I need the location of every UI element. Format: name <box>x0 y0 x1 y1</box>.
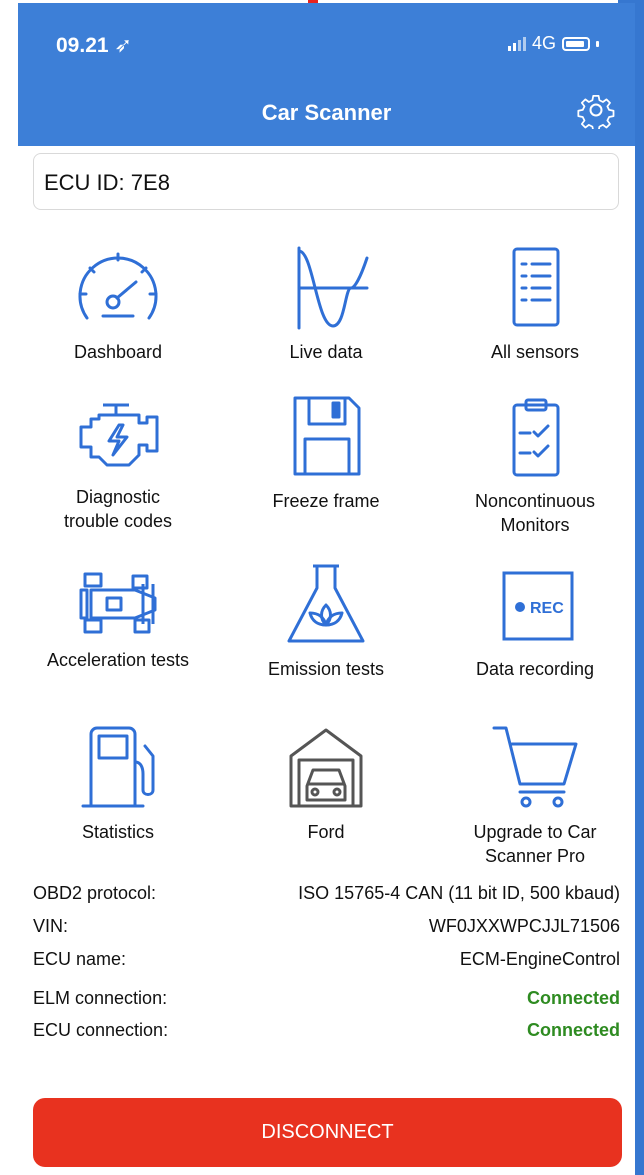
ecu-connection-row: ECU connection: Connected <box>33 1020 620 1041</box>
freeze-frame-label: Freeze frame <box>272 491 380 511</box>
app-title: Car Scanner <box>261 100 392 125</box>
tile-acceleration-tests[interactable]: Acceleration tests <box>18 570 218 672</box>
ecu-id-label: ECU ID: 7E8 <box>44 170 170 195</box>
engine-icon <box>79 403 159 467</box>
tile-ford[interactable]: Ford <box>226 726 426 844</box>
sine-wave-icon <box>297 246 369 330</box>
statistics-label: Statistics <box>81 822 155 842</box>
settings-button[interactable] <box>577 91 615 132</box>
flask-leaf-icon <box>287 564 365 643</box>
speedometer-icon <box>78 252 158 320</box>
tile-freeze-frame[interactable]: Freeze frame <box>226 395 426 513</box>
acceleration-tests-label: Acceleration tests <box>46 650 190 670</box>
garage-car-icon <box>289 728 363 808</box>
battery-cap <box>596 40 599 47</box>
list-icon <box>512 247 560 327</box>
tile-statistics[interactable]: Statistics <box>18 726 218 844</box>
upgrade-label: Upgrade to Car Scanner Pro <box>473 822 597 866</box>
shopping-cart-icon <box>492 726 578 808</box>
tile-all-sensors[interactable]: All sensors <box>435 246 635 364</box>
ecu-name-label: ECU name: <box>33 949 127 969</box>
elm-connection-row: ELM connection: Connected <box>33 988 620 1009</box>
floppy-disk-icon <box>293 396 361 476</box>
gear-icon <box>577 94 615 132</box>
rec-badge-text: REC <box>530 600 564 617</box>
ecu-connection-label: ECU connection: <box>33 1020 169 1040</box>
phone-screen: 09.21 ➶ 4G Car Scanner ECU ID: 7E8 Dashb… <box>18 3 635 1175</box>
tile-diagnostic-trouble-codes[interactable]: Diagnostic trouble codes <box>18 399 218 533</box>
dtc-label: Diagnostic trouble codes <box>63 487 173 531</box>
live-data-label: Live data <box>289 342 363 362</box>
obd2-protocol-row: OBD2 protocol: ISO 15765-4 CAN (11 bit I… <box>33 883 620 904</box>
tile-noncontinuous-monitors[interactable]: Noncontinuous Monitors <box>435 395 635 537</box>
disconnect-button[interactable]: DISCONNECT <box>33 1098 622 1167</box>
tile-live-data[interactable]: Live data <box>226 246 426 364</box>
ecu-name-row: ECU name: ECM-EngineControl <box>33 949 620 970</box>
fuel-pump-icon <box>81 726 155 808</box>
tile-emission-tests[interactable]: Emission tests <box>226 563 426 681</box>
ecu-name-value: ECM-EngineControl <box>459 949 620 969</box>
app-header: 09.21 ➶ 4G Car Scanner <box>18 3 635 146</box>
elm-connection-label: ELM connection: <box>33 988 168 1008</box>
vin-row: VIN: WF0JXXWPCJJL71506 <box>33 916 620 937</box>
clipboard-check-icon <box>512 398 560 477</box>
all-sensors-label: All sensors <box>490 342 580 362</box>
dashboard-label: Dashboard <box>73 342 163 362</box>
data-recording-label: Data recording <box>475 659 595 679</box>
race-car-icon <box>79 572 157 634</box>
emission-tests-label: Emission tests <box>267 659 385 679</box>
ford-label: Ford <box>307 822 345 842</box>
status-time: 09.21 ➶ <box>56 34 133 57</box>
battery-icon <box>562 36 590 51</box>
noncontinuous-monitors-label: Noncontinuous Monitors <box>474 491 596 535</box>
network-type: 4G <box>531 33 556 53</box>
rec-icon: REC <box>502 571 574 641</box>
location-arrow-icon: ➶ <box>114 34 133 57</box>
ecu-connection-status: Connected <box>526 1020 620 1040</box>
ecu-id-field[interactable]: ECU ID: 7E8 <box>33 153 619 210</box>
vin-value: WF0JXXWPCJJL71506 <box>428 916 620 936</box>
obd2-protocol-label: OBD2 protocol: <box>33 883 157 903</box>
obd2-protocol-value: ISO 15765-4 CAN (11 bit ID, 500 kbaud) <box>298 883 620 903</box>
elm-connection-status: Connected <box>526 988 620 1008</box>
tile-upgrade[interactable]: Upgrade to Car Scanner Pro <box>435 726 635 868</box>
status-indicators: 4G <box>507 33 599 54</box>
vin-label: VIN: <box>33 916 69 936</box>
signal-icon <box>507 36 526 51</box>
tile-data-recording[interactable]: REC Data recording <box>435 563 635 681</box>
tile-dashboard[interactable]: Dashboard <box>18 246 218 364</box>
